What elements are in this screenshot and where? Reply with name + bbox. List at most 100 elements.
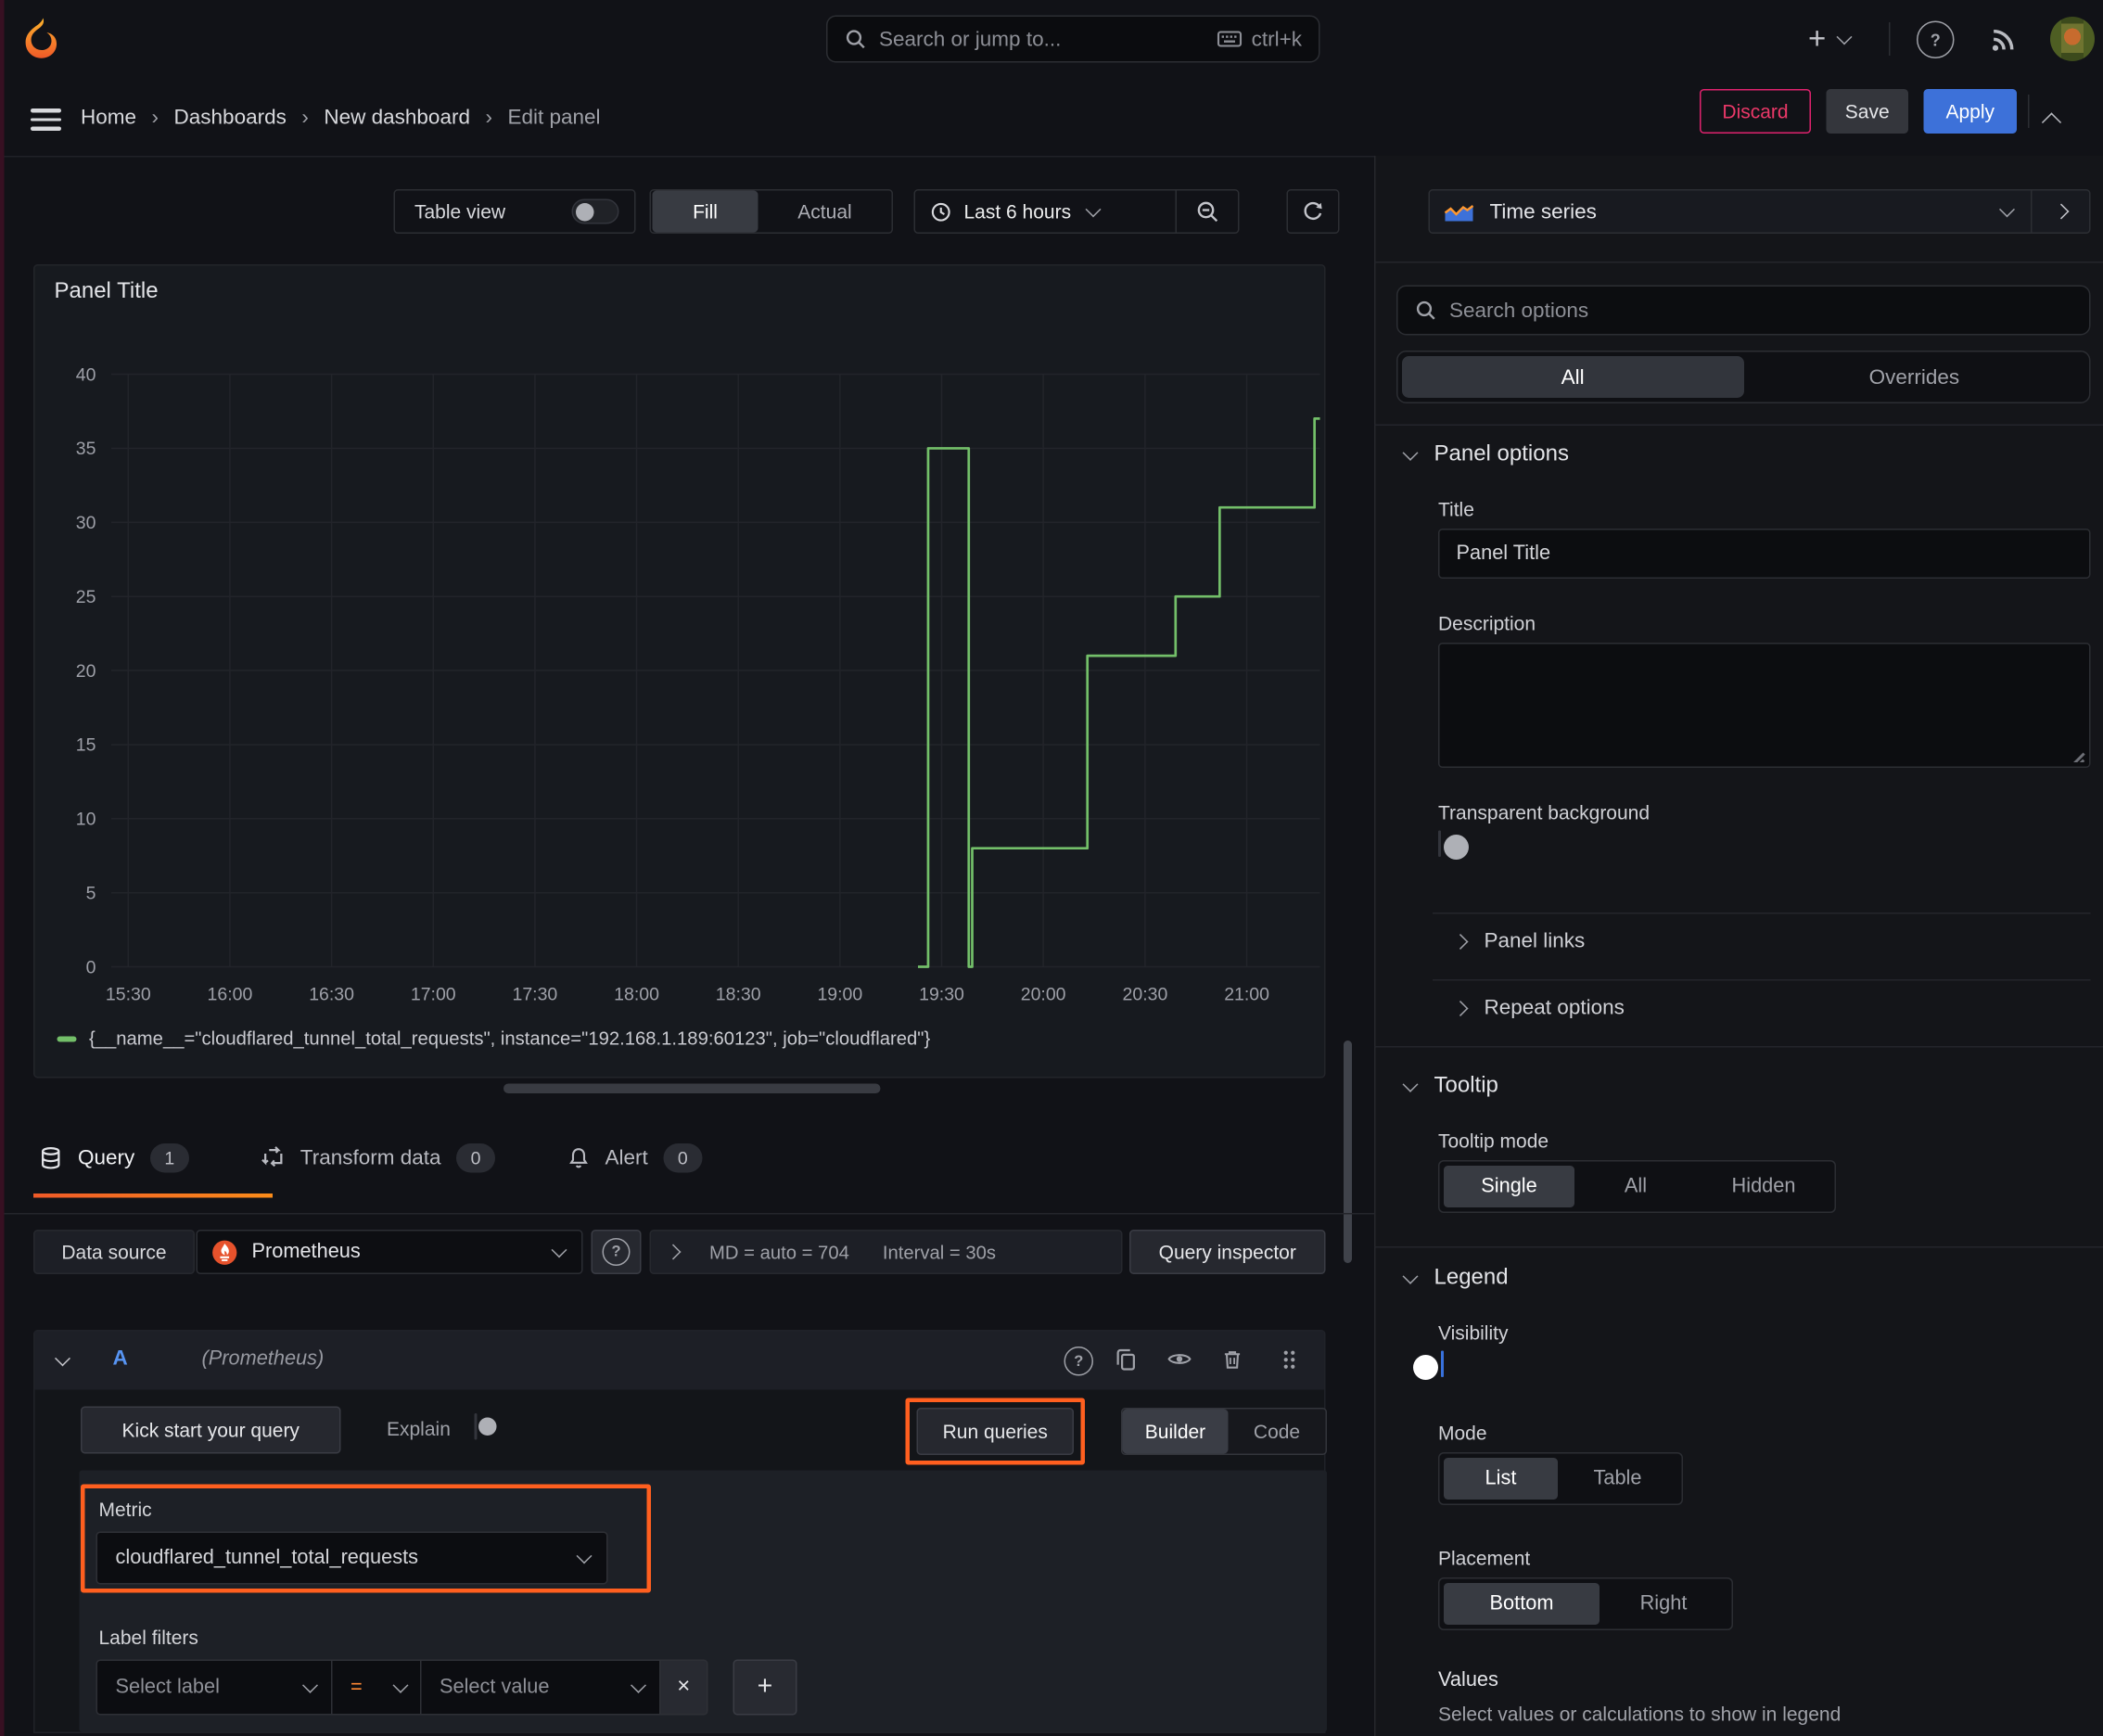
legend-series-label[interactable]: {__name__="cloudflared_tunnel_total_requ… — [89, 1028, 930, 1050]
x-axis-tick-label: 16:00 — [208, 985, 253, 1005]
tab-transform-label: Transform data — [300, 1145, 441, 1169]
y-axis-tick-label: 35 — [76, 439, 96, 459]
kick-start-query-button[interactable]: Kick start your query — [81, 1406, 341, 1454]
avatar[interactable] — [2050, 17, 2095, 61]
time-range-label[interactable]: Last 6 hours — [964, 200, 1072, 223]
grafana-logo-icon[interactable] — [19, 17, 64, 61]
chart-legend[interactable]: {__name__="cloudflared_tunnel_total_requ… — [57, 1028, 930, 1050]
visualization-label: Time series — [1489, 199, 1597, 223]
fill-option[interactable]: Fill — [652, 190, 758, 233]
y-axis-tick-label: 20 — [76, 661, 96, 682]
datasource-label-chip: Data source — [33, 1230, 195, 1274]
datasource-help-button[interactable]: ? — [591, 1230, 642, 1274]
description-textarea[interactable] — [1438, 643, 2091, 768]
code-option[interactable]: Code — [1229, 1421, 1326, 1443]
options-search-input[interactable]: Search options — [1396, 285, 2091, 336]
drag-handle-grip-icon[interactable] — [1281, 1349, 1298, 1371]
textarea-resize-icon[interactable] — [2071, 748, 2085, 762]
transparent-background-toggle[interactable] — [1438, 830, 1469, 860]
rss-news-icon[interactable] — [1989, 24, 2020, 55]
series-line[interactable] — [918, 417, 1320, 968]
run-queries-button[interactable]: Run queries — [916, 1408, 1074, 1455]
datasource-picker[interactable]: Prometheus — [196, 1230, 583, 1274]
legend-title: Legend — [1434, 1266, 1509, 1290]
query-stats-bar: MD = auto = 704 Interval = 30s — [649, 1230, 1123, 1274]
query-inspector-button[interactable]: Query inspector — [1129, 1230, 1326, 1274]
menu-icon[interactable] — [31, 103, 61, 136]
tab-query[interactable]: Query 1 — [33, 1142, 195, 1172]
tab-all[interactable]: All — [1402, 356, 1744, 398]
x-axis-tick-label: 18:00 — [614, 985, 659, 1005]
visualization-picker[interactable]: Time series — [1428, 189, 2033, 234]
hide-response-eye-icon[interactable] — [1167, 1349, 1192, 1369]
chevron-right-icon — [1452, 933, 1469, 950]
legend-header[interactable]: Legend — [1402, 1266, 1509, 1291]
x-axis-tick-label: 20:30 — [1123, 985, 1168, 1005]
query-help-icon[interactable]: ? — [1064, 1347, 1093, 1376]
actual-option[interactable]: Actual — [758, 200, 892, 223]
select-value-dropdown[interactable]: Select value — [421, 1659, 661, 1716]
tab-overrides[interactable]: Overrides — [1743, 356, 2084, 398]
builder-option[interactable]: Builder — [1122, 1409, 1229, 1454]
table-view-toggle[interactable] — [571, 198, 619, 224]
save-button[interactable]: Save — [1826, 89, 1908, 134]
tab-alert[interactable]: Alert 0 — [562, 1142, 707, 1172]
help-icon[interactable]: ? — [1917, 20, 1955, 58]
x-axis-tick-label: 16:30 — [309, 985, 354, 1005]
tab-transform-count: 0 — [456, 1142, 496, 1172]
metric-select[interactable]: cloudflared_tunnel_total_requests — [96, 1531, 608, 1585]
operator-dropdown[interactable]: = — [332, 1659, 422, 1716]
breadcrumb-home[interactable]: Home — [81, 105, 136, 129]
apply-button[interactable]: Apply — [1923, 89, 2017, 134]
all-overrides-segmented: All Overrides — [1396, 351, 2091, 403]
zoom-out-icon[interactable] — [1177, 199, 1238, 223]
chevron-right-icon[interactable] — [665, 1244, 682, 1260]
panel-options-header[interactable]: Panel options — [1402, 442, 1569, 467]
editor-tabs: Query 1 Transform data 0 Alert 0 — [33, 1118, 707, 1196]
legend-mode-segmented: List Table — [1438, 1452, 1683, 1505]
toggle-viz-pane-button[interactable] — [2032, 189, 2091, 234]
time-series-chart[interactable]: 0 5 10 15 20 25 30 35 40 15:30 16:00 16:30 17:00 17:3… — [35, 266, 1325, 1017]
panel-options-title: Panel options — [1434, 442, 1569, 466]
delete-query-trash-icon[interactable] — [1221, 1348, 1243, 1372]
breadcrumb: Home › Dashboards › New dashboard › Edit… — [81, 78, 601, 156]
global-search-input[interactable]: Search or jump to... ctrl+k — [826, 15, 1320, 63]
select-label-dropdown[interactable]: Select label — [96, 1659, 333, 1716]
legend-placement-right[interactable]: Right — [1600, 1583, 1727, 1625]
refresh-button[interactable] — [1286, 189, 1340, 234]
collapse-options-pane-button[interactable] — [2041, 111, 2062, 136]
legend-placement-segmented: Bottom Right — [1438, 1577, 1733, 1630]
chevron-down-icon — [1402, 1076, 1419, 1092]
legend-values-hint: Select values or calculations to show in… — [1438, 1703, 1842, 1725]
explain-toggle[interactable] — [474, 1413, 497, 1440]
legend-values-label: Values — [1438, 1669, 1498, 1691]
section-divider — [1374, 424, 2103, 426]
breadcrumb-dashboards[interactable]: Dashboards — [174, 105, 287, 129]
query-row-header[interactable]: A (Prometheus) ? — [34, 1331, 1324, 1390]
legend-placement-bottom[interactable]: Bottom — [1444, 1583, 1600, 1625]
repeat-options-section[interactable]: Repeat options — [1452, 996, 1625, 1020]
legend-visibility-toggle[interactable] — [1413, 1350, 1444, 1380]
tooltip-mode-hidden[interactable]: Hidden — [1697, 1166, 1830, 1207]
legend-visibility-label: Visibility — [1438, 1321, 1509, 1344]
legend-mode-table[interactable]: Table — [1558, 1458, 1677, 1500]
remove-filter-button[interactable]: × — [660, 1659, 708, 1716]
main-scrollbar[interactable] — [1344, 1040, 1352, 1263]
tooltip-mode-all[interactable]: All — [1574, 1166, 1697, 1207]
panel-title-input[interactable]: Panel Title — [1438, 529, 2091, 579]
new-menu-button[interactable]: + — [1808, 19, 1853, 58]
legend-swatch — [57, 1035, 77, 1041]
tooltip-mode-single[interactable]: Single — [1444, 1166, 1574, 1207]
panel-links-section[interactable]: Panel links — [1452, 929, 1585, 953]
breadcrumb-new-dashboard[interactable]: New dashboard — [324, 105, 470, 129]
collapse-query-icon[interactable] — [55, 1350, 70, 1367]
legend-mode-list[interactable]: List — [1444, 1458, 1558, 1500]
panel-resize-handle[interactable] — [503, 1083, 881, 1093]
tab-transform[interactable]: Transform data 0 — [256, 1142, 501, 1172]
duplicate-query-icon[interactable] — [1115, 1348, 1139, 1372]
add-filter-button[interactable]: + — [733, 1659, 797, 1716]
discard-button[interactable]: Discard — [1700, 89, 1811, 134]
metric-value: cloudflared_tunnel_total_requests — [115, 1547, 418, 1569]
tooltip-header[interactable]: Tooltip — [1402, 1074, 1498, 1099]
explain-label: Explain — [387, 1417, 451, 1440]
